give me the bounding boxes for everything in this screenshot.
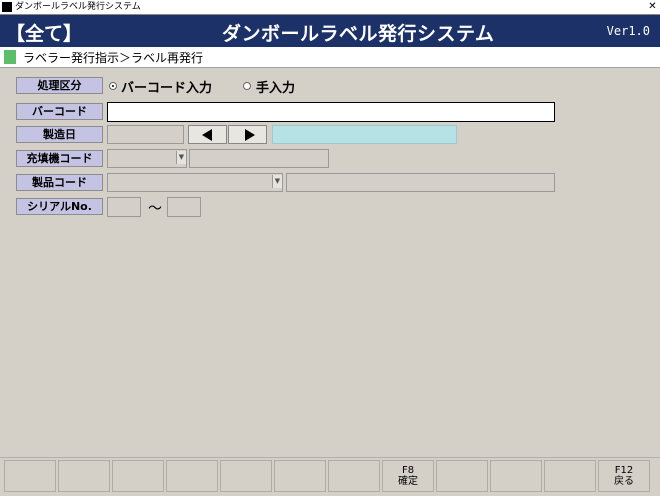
header-banner: 【全て】 ダンボールラベル発行システム Ver1.0: [0, 15, 660, 47]
chevron-down-icon[interactable]: ▼: [176, 151, 186, 164]
arrow-right-icon: [245, 129, 255, 141]
radio-manual-input[interactable]: [243, 82, 251, 90]
radio-manual-input-label[interactable]: 手入力: [256, 77, 295, 96]
back-button[interactable]: F12 戻る: [598, 460, 650, 492]
radio-barcode-input-label[interactable]: バーコード入力: [121, 77, 212, 96]
arrow-left-icon: [202, 129, 212, 141]
system-title: ダンボールラベル発行システム: [222, 23, 495, 45]
barcode-label: バーコード: [16, 103, 103, 120]
version-label: Ver1.0: [606, 24, 650, 38]
window-title: ダンボールラベル発行システム: [15, 2, 141, 12]
serial-no-label: シリアルNo.: [16, 198, 103, 215]
serial-from-input[interactable]: [107, 197, 141, 217]
close-icon[interactable]: ✕: [647, 1, 658, 12]
breadcrumb-marker: [4, 50, 16, 64]
function-key-bar: F8 確定 F12 戻る: [0, 457, 660, 496]
fkey-12-key: F12: [614, 465, 634, 476]
fkey-4-button[interactable]: [166, 460, 218, 492]
window-titlebar: ダンボールラベル発行システム ✕: [0, 0, 660, 15]
fkey-8-label: 確定: [398, 476, 418, 487]
prev-date-button[interactable]: [188, 125, 227, 144]
fkey-2-button[interactable]: [58, 460, 110, 492]
filler-code-label: 充填機コード: [16, 150, 103, 167]
fkey-10-button[interactable]: [490, 460, 542, 492]
barcode-input[interactable]: [107, 102, 555, 122]
fkey-12-label: 戻る: [614, 476, 634, 487]
fkey-11-button[interactable]: [544, 460, 596, 492]
confirm-button[interactable]: F8 確定: [382, 460, 434, 492]
fkey-9-button[interactable]: [436, 460, 488, 492]
filler-name-field: [189, 149, 329, 168]
fkey-8-key: F8: [401, 465, 415, 476]
product-name-field: [286, 173, 555, 192]
app-icon: [2, 2, 12, 12]
range-separator: ～: [148, 201, 162, 217]
manufacture-date-label: 製造日: [16, 126, 103, 143]
chevron-down-icon[interactable]: ▼: [272, 175, 282, 188]
process-type-label: 処理区分: [16, 77, 103, 94]
serial-to-input[interactable]: [167, 197, 201, 217]
filler-code-select[interactable]: [107, 149, 187, 168]
radio-barcode-input[interactable]: [109, 82, 117, 90]
fkey-1-button[interactable]: [4, 460, 56, 492]
fkey-6-button[interactable]: [274, 460, 326, 492]
fkey-5-button[interactable]: [220, 460, 272, 492]
scope-label: 【全て】: [6, 23, 83, 45]
manufacture-date-field[interactable]: [107, 125, 184, 144]
fkey-7-button[interactable]: [328, 460, 380, 492]
product-code-select[interactable]: [107, 173, 283, 192]
product-code-label: 製品コード: [16, 174, 103, 191]
weekday-display: [272, 125, 457, 144]
next-date-button[interactable]: [228, 125, 267, 144]
breadcrumb-text: ラベラー発行指示＞ラベル再発行: [23, 51, 204, 65]
fkey-3-button[interactable]: [112, 460, 164, 492]
breadcrumb: ラベラー発行指示＞ラベル再発行: [0, 47, 660, 68]
